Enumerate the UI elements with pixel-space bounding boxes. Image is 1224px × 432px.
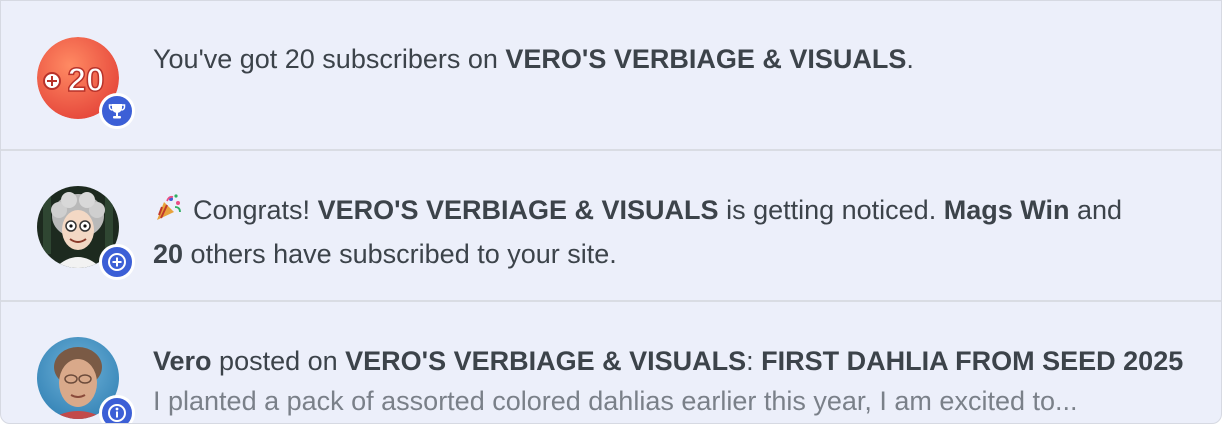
post-title: FIRST DAHLIA FROM SEED 2025: [761, 346, 1184, 376]
trophy-badge: [99, 93, 135, 129]
author-name: Vero: [153, 346, 212, 376]
site-name: VERO'S VERBIAGE & VISUALS: [317, 195, 719, 225]
subscriber-name: Mags Win: [943, 195, 1070, 225]
notification-item[interactable]: Congrats! VERO'S VERBIAGE & VISUALS is g…: [1, 152, 1221, 302]
notification-item[interactable]: 20 You've got 20 subscribers on VERO'S V…: [1, 1, 1221, 151]
party-popper-icon: [153, 193, 183, 234]
info-icon: [108, 404, 126, 422]
site-name: VERO'S VERBIAGE & VISUALS: [505, 44, 907, 74]
notification-text: You've got 20 subscribers on VERO'S VERB…: [153, 44, 914, 74]
notification-text: Congrats! VERO'S VERBIAGE & VISUALS is g…: [153, 193, 1123, 269]
subscribe-badge: [99, 244, 135, 280]
trophy-icon: [108, 104, 126, 119]
notifications-panel: 20 You've got 20 subscribers on VERO'S V…: [0, 0, 1222, 424]
post-excerpt: I planted a pack of assorted colored dah…: [153, 386, 1078, 416]
site-name: VERO'S VERBIAGE & VISUALS: [345, 346, 747, 376]
svg-text:20: 20: [68, 61, 105, 98]
subscriber-count: 20: [153, 239, 184, 269]
plus-icon: [108, 253, 126, 271]
notification-item[interactable]: Vero posted on VERO'S VERBIAGE & VISUALS…: [1, 303, 1221, 423]
notification-text: Vero posted on VERO'S VERBIAGE & VISUALS…: [153, 341, 1199, 421]
info-badge: [99, 395, 135, 423]
